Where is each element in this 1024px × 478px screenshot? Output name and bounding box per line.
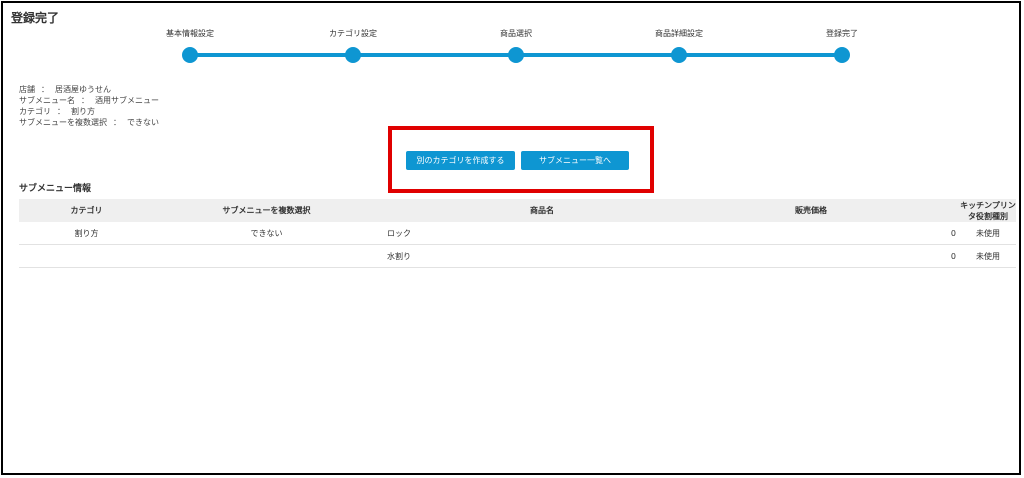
summary-value: 酒用サブメニュー bbox=[95, 96, 159, 105]
cell-kitchen-printer: 未使用 bbox=[960, 222, 1016, 245]
summary-value: 居酒屋ゆうせん bbox=[55, 85, 111, 94]
step-dot bbox=[834, 47, 850, 63]
summary-sep: ： bbox=[41, 85, 49, 94]
step-label: 登録完了 bbox=[826, 29, 858, 38]
summary-multi-select: サブメニューを複数選択 ： できない bbox=[19, 117, 159, 128]
summary-sep: ： bbox=[57, 107, 65, 116]
summary-value: できない bbox=[127, 118, 159, 127]
step-dot bbox=[345, 47, 361, 63]
cell-product-name: ロック bbox=[379, 222, 705, 245]
table-row: 水割り 0 未使用 bbox=[19, 244, 1016, 268]
summary-sep: ： bbox=[81, 96, 89, 105]
step-label: 商品詳細設定 bbox=[655, 29, 703, 38]
step-dot bbox=[182, 47, 198, 63]
summary-key: サブメニュー名 bbox=[19, 96, 75, 105]
summary-key: カテゴリ bbox=[19, 107, 51, 116]
create-other-category-button[interactable]: 別のカテゴリを作成する bbox=[406, 151, 515, 170]
step-label: カテゴリ設定 bbox=[329, 29, 377, 38]
cell-product-name: 水割り bbox=[379, 244, 705, 268]
progress-stepper: 基本情報設定 カテゴリ設定 商品選択 商品詳細設定 登録完了 bbox=[166, 28, 858, 68]
registration-summary: 店舗 ： 居酒屋ゆうせん サブメニュー名 ： 酒用サブメニュー カテゴリ ： 割り方 サブメ… bbox=[19, 84, 159, 128]
summary-category: カテゴリ ： 割り方 bbox=[19, 106, 159, 117]
section-title: サブメニュー情報 bbox=[19, 184, 92, 194]
cell-category bbox=[19, 244, 154, 268]
step-label: 商品選択 bbox=[500, 29, 532, 38]
table-header-row: カテゴリ サブメニューを複数選択 商品名 販売価格 キッチンプリンタ役割種別 bbox=[19, 199, 1016, 222]
step-label: 基本情報設定 bbox=[166, 29, 214, 38]
column-header-price: 販売価格 bbox=[705, 199, 960, 222]
summary-sep: ： bbox=[113, 118, 121, 127]
cell-category: 割り方 bbox=[19, 222, 154, 245]
summary-key: サブメニューを複数選択 bbox=[19, 118, 107, 127]
table-row: 割り方 できない ロック 0 未使用 bbox=[19, 222, 1016, 245]
summary-submenu-name: サブメニュー名 ： 酒用サブメニュー bbox=[19, 95, 159, 106]
summary-value: 割り方 bbox=[71, 107, 95, 116]
column-header-product-name: 商品名 bbox=[379, 199, 705, 222]
cell-price: 0 bbox=[705, 244, 960, 268]
cell-multi-select: できない bbox=[154, 222, 379, 245]
step-dot bbox=[671, 47, 687, 63]
column-header-kitchen-printer: キッチンプリンタ役割種別 bbox=[960, 199, 1016, 222]
column-header-category: カテゴリ bbox=[19, 199, 154, 222]
cell-kitchen-printer: 未使用 bbox=[960, 244, 1016, 268]
summary-store: 店舗 ： 居酒屋ゆうせん bbox=[19, 84, 159, 95]
column-header-multi-select: サブメニューを複数選択 bbox=[154, 199, 379, 222]
step-dot bbox=[508, 47, 524, 63]
submenu-list-button[interactable]: サブメニュー一覧へ bbox=[521, 151, 629, 170]
cell-price: 0 bbox=[705, 222, 960, 245]
cell-multi-select bbox=[154, 244, 379, 268]
page-title: 登録完了 bbox=[11, 11, 60, 25]
submenu-info-table: カテゴリ サブメニューを複数選択 商品名 販売価格 キッチンプリンタ役割種別 割… bbox=[19, 199, 1016, 268]
summary-key: 店舗 bbox=[19, 85, 35, 94]
